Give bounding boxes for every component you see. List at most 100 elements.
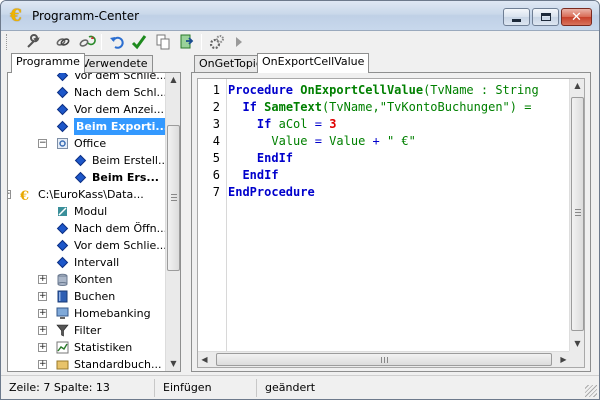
tree-item[interactable]: + Buchen	[8, 288, 166, 305]
tree-item[interactable]: Modul	[8, 203, 166, 220]
book-icon	[56, 290, 69, 303]
tree-item[interactable]: Vor dem Anzei...	[8, 101, 166, 118]
minimize-icon	[512, 18, 521, 22]
tree-item-label: Modul	[74, 205, 108, 218]
program-tree-panel: Vor dem Schlie... Nach dem Schl... Vor dem…	[7, 72, 181, 372]
maximize-icon	[540, 13, 551, 21]
tree-item[interactable]: − Office	[8, 135, 166, 152]
play-icon	[236, 37, 242, 47]
close-button[interactable]: ✕	[561, 8, 592, 26]
expand-toggle[interactable]: +	[38, 292, 47, 301]
scroll-down-arrow[interactable]: ▼	[571, 337, 584, 351]
scroll-left-arrow[interactable]: ◀	[198, 353, 211, 367]
tree-item-label: Statistiken	[74, 341, 133, 354]
code-token: SameText	[264, 100, 322, 114]
code-line[interactable]: EndProcedure	[228, 184, 315, 201]
collapse-toggle[interactable]: −	[8, 190, 11, 199]
code-line[interactable]: Value = Value + " €"	[228, 133, 416, 150]
close-icon: ✕	[571, 9, 582, 25]
tree-item[interactable]: + Homebanking	[8, 305, 166, 322]
editor-vertical-scrollbar[interactable]: ▲ ▼	[569, 79, 584, 351]
copy-button[interactable]	[153, 33, 173, 51]
code-token: Value	[329, 134, 366, 148]
code-token: aCol	[278, 117, 308, 131]
code-text-area[interactable]: Procedure OnExportCellValue(TvName : Str…	[227, 79, 570, 351]
line-number: 3	[212, 117, 220, 131]
expand-toggle[interactable]: +	[38, 360, 47, 369]
scroll-down-arrow[interactable]: ▼	[167, 357, 180, 371]
check-button[interactable]	[129, 33, 149, 51]
tree-item[interactable]: + Standardbuch...	[8, 356, 166, 371]
tree-item[interactable]: + Statistiken	[8, 339, 166, 356]
expand-toggle[interactable]: +	[38, 275, 47, 284]
code-editor-panel: 1234567 Procedure OnExportCellValue(TvNa…	[191, 72, 591, 372]
toolbar	[1, 31, 599, 53]
expand-toggle[interactable]: +	[38, 326, 47, 335]
code-line[interactable]: Procedure OnExportCellValue(TvName : Str…	[228, 82, 539, 99]
tab-programme[interactable]: Programme	[11, 53, 85, 73]
wrench-icon	[27, 34, 40, 48]
tree-item-label: Beim Erstell...	[92, 154, 166, 167]
code-line[interactable]: EndIf	[228, 167, 278, 184]
title-bar[interactable]: € Programm-Center ✕	[1, 1, 599, 31]
tree-item[interactable]: + Konten	[8, 271, 166, 288]
cursor-position: Zeile: 7 Spalte: 13	[3, 379, 155, 397]
tree-item[interactable]: Nach dem Schl...	[8, 84, 166, 101]
code-token: Procedure	[228, 83, 301, 97]
tree-item[interactable]: + Filter	[8, 322, 166, 339]
scroll-thumb[interactable]	[571, 97, 584, 331]
horizontal-scroll-thumb[interactable]	[216, 353, 552, 366]
expand-toggle[interactable]: +	[38, 309, 47, 318]
toolbar-separator	[101, 34, 102, 50]
database-icon	[56, 273, 69, 286]
code-token: If	[242, 100, 265, 114]
code-token: =	[307, 117, 330, 131]
scroll-up-arrow[interactable]: ▲	[571, 79, 584, 93]
undo-icon	[110, 36, 124, 49]
wrench-button[interactable]	[23, 33, 43, 51]
gears-button[interactable]	[207, 33, 227, 51]
collapse-toggle[interactable]: −	[38, 139, 47, 148]
gears-icon	[209, 35, 224, 50]
toolbar-grip[interactable]	[6, 34, 9, 50]
export-button[interactable]	[177, 33, 197, 51]
toolbar-separator	[201, 34, 202, 50]
tab-ongettopic[interactable]: OnGetTopic	[194, 55, 267, 73]
folder-icon	[56, 358, 69, 371]
tree-item[interactable]: Intervall	[8, 254, 166, 271]
code-editor[interactable]: 1234567 Procedure OnExportCellValue(TvNa…	[197, 78, 585, 368]
tree-item[interactable]: −€ C:\EuroKass\Data...	[8, 186, 166, 203]
expand-toggle[interactable]: +	[38, 343, 47, 352]
scroll-thumb[interactable]	[167, 125, 180, 271]
code-line[interactable]: EndIf	[228, 150, 293, 167]
code-line[interactable]: If SameText(TvName,"TvKontoBuchungen") =	[228, 99, 531, 116]
tree-item[interactable]: Vor dem Schlie...	[8, 237, 166, 254]
run-button[interactable]	[229, 33, 249, 51]
editor-horizontal-scrollbar[interactable]: ◀ ▶	[198, 351, 570, 367]
tree-item[interactable]: Nach dem Öffn...	[8, 220, 166, 237]
tab-verwendete[interactable]: Verwendete	[77, 55, 153, 73]
tree-vertical-scrollbar[interactable]: ▲ ▼	[165, 73, 180, 371]
code-token: OnExportCellValue	[300, 83, 424, 97]
copy-icon	[156, 34, 170, 50]
diamond-icon	[56, 222, 69, 235]
code-line[interactable]: If aCol = 3	[228, 116, 337, 133]
link-button[interactable]	[53, 33, 73, 51]
tree-item[interactable]: Beim Ers...	[8, 169, 166, 186]
tab-onexportcellvalue[interactable]: OnExportCellValue	[257, 53, 370, 73]
tree-item[interactable]: Beim Erstell...	[8, 152, 166, 169]
tree-item[interactable]: Beim Exporti...	[8, 118, 166, 135]
funnel-icon	[56, 324, 69, 337]
diamond-icon	[56, 120, 69, 133]
resize-grip[interactable]	[585, 385, 597, 397]
grip-line	[575, 212, 581, 213]
maximize-button[interactable]	[532, 8, 559, 26]
modified-state: geändert	[265, 381, 316, 394]
minimize-button[interactable]	[503, 8, 530, 26]
code-token: EndIf	[256, 151, 294, 165]
module-icon	[56, 205, 69, 218]
undo-button[interactable]	[107, 33, 127, 51]
link-refresh-button[interactable]	[77, 33, 97, 51]
tree-item[interactable]: Vor dem Schlie...	[8, 73, 166, 84]
scroll-up-arrow[interactable]: ▲	[167, 73, 180, 87]
